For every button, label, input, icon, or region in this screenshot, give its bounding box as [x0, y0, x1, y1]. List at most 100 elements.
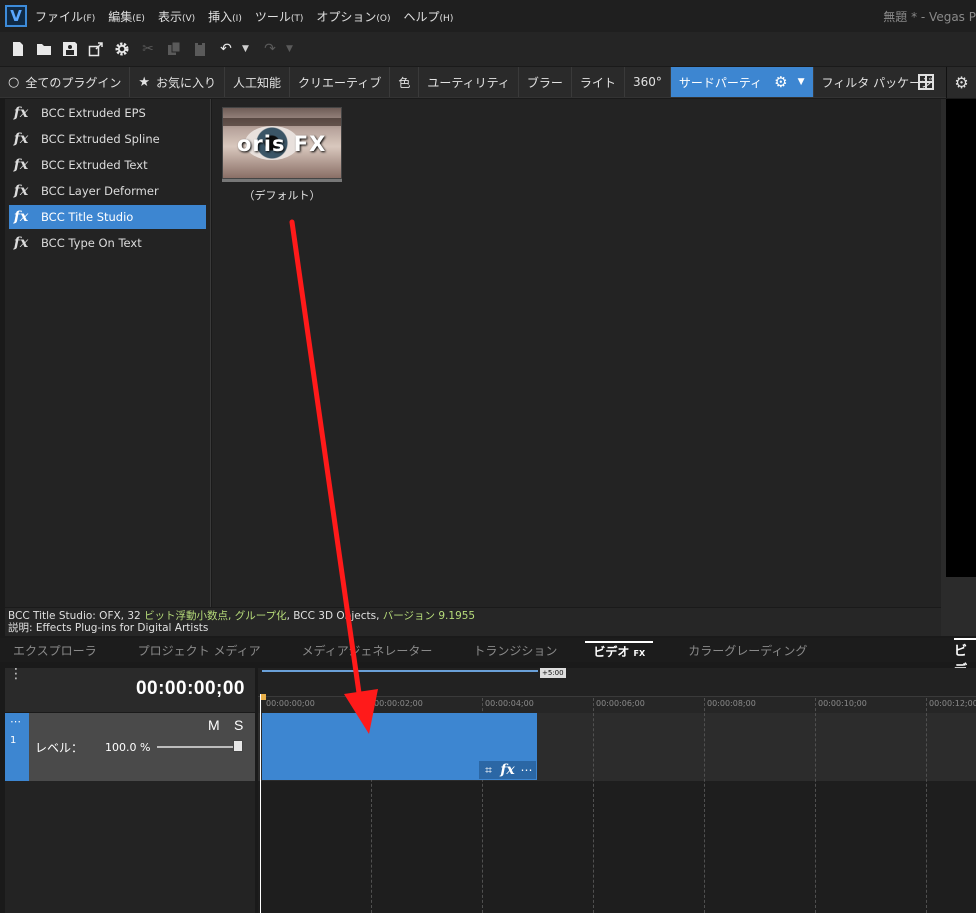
tab-utility[interactable]: ユーティリティ: [419, 67, 519, 97]
fx-icon: fx: [13, 105, 29, 121]
tab-all-plugins[interactable]: ○ 全てのプラグイン: [0, 67, 131, 97]
list-item-selected[interactable]: fx BCC Title Studio: [9, 205, 206, 229]
copy-icon[interactable]: [164, 39, 184, 59]
track-menu-icon[interactable]: ⋯: [10, 715, 21, 728]
cut-icon[interactable]: ✂: [138, 39, 158, 59]
main-toolbar: ✂ ↶ ▼ ↷ ▼: [0, 32, 976, 66]
plugin-list: fx BCC Extruded EPS fx BCC Extruded Spline…: [5, 99, 211, 607]
solo-button[interactable]: S: [234, 717, 243, 733]
tab-color[interactable]: 色: [390, 67, 420, 97]
preset-thumbnail[interactable]: oris FX: [222, 107, 342, 179]
plugin-info-bar: BCC Title Studio: OFX, 32 ビット浮動小数点, グループ…: [5, 608, 941, 636]
undo-icon[interactable]: ↶: [216, 39, 236, 59]
open-folder-icon[interactable]: [34, 39, 54, 59]
layout-grid-icon[interactable]: [918, 74, 934, 90]
menu-edit[interactable]: 編集(E): [108, 8, 145, 25]
tab-third-party[interactable]: サードパーティ ⚙ ▼: [670, 67, 814, 97]
loop-region-bar[interactable]: [258, 668, 976, 696]
level-slider[interactable]: [157, 746, 243, 748]
tab-color-grading[interactable]: カラーグレーディング: [688, 642, 807, 659]
loop-length-tag: +5:00: [540, 668, 566, 678]
track-number: 1: [10, 735, 17, 746]
tab-transitions[interactable]: トランジション: [473, 642, 557, 659]
crop-icon[interactable]: ⌗: [479, 761, 498, 779]
preset-panel: oris FX （デフォルト）: [212, 99, 941, 607]
drag-handle-icon[interactable]: ⋮: [9, 667, 23, 681]
menu-options[interactable]: オプション(O): [316, 8, 390, 25]
tab-explorer[interactable]: エクスプローラ: [13, 642, 97, 659]
event-fx-icon[interactable]: fx: [498, 761, 517, 779]
preset-label: （デフォルト）: [243, 189, 321, 202]
tab-360[interactable]: 360°: [625, 67, 671, 97]
new-file-icon[interactable]: [8, 39, 28, 59]
fx-icon: fx: [13, 157, 29, 173]
timecode-display: 00:00:00;00: [135, 678, 245, 699]
ruler-tick: 00:00:12;00: [929, 699, 976, 708]
menu-view[interactable]: 表示(V): [158, 8, 195, 25]
ruler-tick: 00:00:08;00: [707, 699, 756, 708]
tab-video-fx[interactable]: ビデオ FX: [585, 640, 654, 660]
tab-media-generators[interactable]: メディアジェネレーター: [302, 642, 433, 659]
clip-buttons: ⌗ fx ⋯: [479, 761, 536, 779]
fx-icon: fx: [13, 183, 29, 199]
plugin-category-tabs: ○ 全てのプラグイン ★ お気に入り 人工知能 クリエーティブ 色 ユーティリティ …: [0, 67, 946, 98]
list-item[interactable]: fx BCC Extruded Text: [9, 153, 206, 177]
menu-insert[interactable]: 挿入(I): [208, 8, 242, 25]
video-preview: [946, 99, 976, 577]
redo-icon[interactable]: ↷: [260, 39, 280, 59]
grid-line: [704, 698, 705, 913]
tab-favorites[interactable]: ★ お気に入り: [130, 67, 226, 97]
grid-line: [926, 698, 927, 913]
undo-dropdown-icon[interactable]: ▼: [242, 44, 252, 54]
thumbnail-image-detail: [223, 118, 341, 126]
preview-settings-icon[interactable]: ⚙: [946, 67, 976, 98]
ruler-tick: 00:00:06;00: [596, 699, 645, 708]
tab-creative[interactable]: クリエーティブ: [290, 67, 391, 97]
tab-project-media[interactable]: プロジェクト メディア: [138, 642, 261, 659]
level-value: 100.0 %: [105, 741, 151, 754]
list-item[interactable]: fx BCC Extruded Spline: [9, 127, 206, 151]
star-icon: ★: [138, 74, 151, 90]
menu-tools[interactable]: ツール(T): [255, 8, 304, 25]
menu-bar: V ファイル(F) 編集(E) 表示(V) 挿入(I) ツール(T) オプション…: [0, 0, 976, 32]
ruler-tick: 00:00:02;00: [374, 699, 423, 708]
thumbnail-text: oris FX: [237, 132, 327, 156]
chevron-down-icon[interactable]: ▼: [798, 77, 805, 87]
mute-button[interactable]: M: [208, 717, 220, 733]
export-icon[interactable]: [86, 39, 106, 59]
playhead[interactable]: [260, 694, 261, 913]
list-item[interactable]: fx BCC Type On Text: [9, 231, 206, 255]
tab-light[interactable]: ライト: [572, 67, 625, 97]
plugin-info-line1: BCC Title Studio: OFX, 32 ビット浮動小数点, グループ…: [8, 610, 476, 622]
level-slider-knob[interactable]: [233, 740, 243, 752]
dock-tabs: エクスプローラ プロジェクト メディア メディアジェネレーター トランジション …: [0, 638, 976, 662]
plugin-info-line2: 説明: Effects Plug-ins for Digital Artists: [8, 622, 209, 634]
app-logo-icon: V: [5, 5, 27, 27]
more-icon[interactable]: ⋯: [517, 761, 536, 779]
window-title: 無題 * - Vegas P: [883, 10, 976, 24]
ruler-tick: 00:00:04;00: [485, 699, 534, 708]
paste-icon[interactable]: [190, 39, 210, 59]
menu-file[interactable]: ファイル(F): [35, 8, 95, 25]
save-icon[interactable]: [60, 39, 80, 59]
ruler-tick: 00:00:10;00: [818, 699, 867, 708]
menu-help[interactable]: ヘルプ(H): [404, 8, 454, 25]
ruler-tick: 00:00:00;00: [266, 699, 315, 708]
tab-ai[interactable]: 人工知能: [225, 67, 291, 97]
loop-region[interactable]: [262, 670, 538, 672]
tab-blur[interactable]: ブラー: [519, 67, 572, 97]
video-track-header[interactable]: ⋯ 1 M S レベル： 100.0 %: [5, 713, 255, 781]
timeline-header: ⋮ 00:00:00;00: [5, 667, 255, 712]
grid-line: [593, 698, 594, 913]
preset-thumbnail-bar: [222, 179, 342, 182]
level-label: レベル：: [35, 741, 84, 755]
fx-icon: fx: [13, 131, 29, 147]
gear-icon[interactable]: ⚙: [774, 73, 787, 91]
list-item[interactable]: fx BCC Extruded EPS: [9, 101, 206, 125]
settings-icon[interactable]: [112, 39, 132, 59]
redo-dropdown-icon[interactable]: ▼: [286, 44, 296, 54]
track-list-empty: [5, 781, 255, 913]
list-item[interactable]: fx BCC Layer Deformer: [9, 179, 206, 203]
search-icon: ○: [8, 74, 20, 90]
grid-line: [815, 698, 816, 913]
